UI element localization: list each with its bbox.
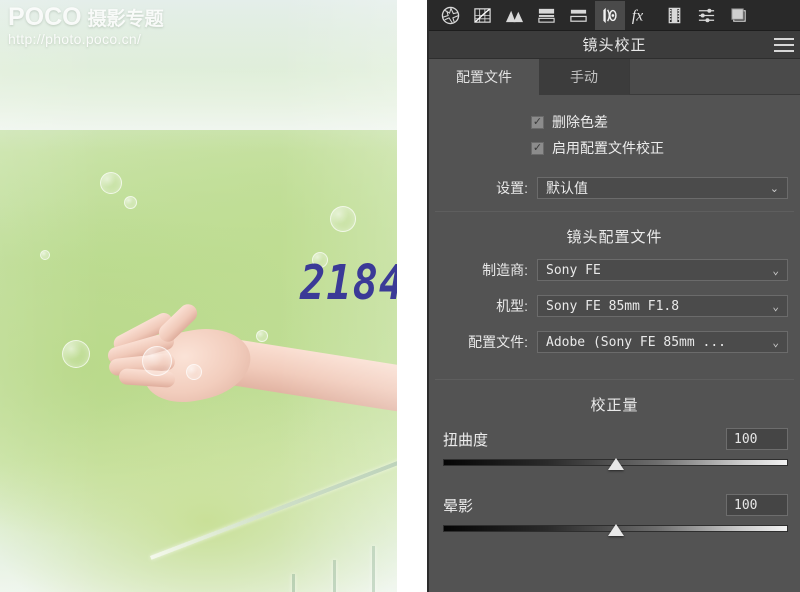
tone-curve-icon[interactable] (467, 1, 497, 30)
checkbox-row-remove-ca[interactable]: ✓ 删除色差 (429, 109, 800, 135)
slider-distortion-track-wrap[interactable] (443, 455, 788, 475)
lens-correction-panel: fx 镜头校正 配置文件 手动 ✓ 删除色差 ✓ 启用配置文件校正 设置: 默认… (427, 0, 800, 592)
hsl-grayscale-icon[interactable] (499, 1, 529, 30)
slider-vignette-track-wrap[interactable] (443, 521, 788, 541)
slider-distortion-head: 扭曲度 100 (443, 425, 788, 453)
panel-title: 镜头校正 (582, 37, 647, 54)
settings-select[interactable]: 默认值 ⌄ (537, 177, 788, 199)
checkbox-remove-ca[interactable]: ✓ (531, 115, 544, 129)
chevron-down-icon: ⌄ (772, 336, 779, 349)
checkbox-enable-profile[interactable]: ✓ (531, 141, 544, 155)
make-select[interactable]: Sony FE ⌄ (537, 259, 788, 281)
basic-aperture-icon[interactable] (435, 1, 465, 30)
tab-manual[interactable]: 手动 (539, 59, 629, 95)
poco-watermark: POCO 摄影专题 http://photo.poco.cn/ (8, 4, 248, 47)
panel-title-bar: 镜头校正 (429, 31, 800, 59)
settings-row: 设置: 默认值 ⌄ (429, 173, 800, 203)
model-label: 机型: (496, 298, 528, 314)
watermark-brand-cn: 摄影专题 (87, 9, 164, 30)
divider (435, 211, 794, 212)
watermark-url: http://photo.poco.cn/ (8, 31, 142, 48)
lens-profile-section-title: 镜头配置文件 (566, 229, 663, 246)
profile-row: 配置文件: Adobe (Sony FE 85mm ... ⌄ (429, 327, 800, 357)
divider (435, 379, 794, 380)
make-row: 制造商: Sony FE ⌄ (429, 255, 800, 285)
detail-icon[interactable] (563, 1, 593, 30)
make-value: Sony FE (546, 262, 601, 278)
snapshots-layers-icon[interactable] (723, 1, 753, 30)
chevron-down-icon: ⌄ (769, 183, 779, 195)
model-row: 机型: Sony FE 85mm F1.8 ⌄ (429, 291, 800, 321)
panel-body: ✓ 删除色差 ✓ 启用配置文件校正 设置: 默认值 ⌄ 镜头配置文件 制造商: … (429, 95, 800, 541)
slider-vignette-thumb[interactable] (607, 524, 624, 536)
slider-distortion: 扭曲度 100 (429, 423, 800, 475)
camera-calibration-icon[interactable] (659, 1, 689, 30)
checkbox-row-enable-profile[interactable]: ✓ 启用配置文件校正 (429, 135, 800, 161)
slider-distortion-value[interactable]: 100 (726, 428, 788, 450)
make-label: 制造商: (482, 262, 528, 278)
chevron-down-icon: ⌄ (772, 300, 779, 313)
slider-vignette-label: 晕影 (443, 497, 474, 515)
split-toning-icon[interactable] (531, 1, 561, 30)
correction-section-title: 校正量 (590, 397, 639, 414)
tab-filler (629, 59, 800, 94)
panel-tabs: 配置文件 手动 (429, 59, 800, 95)
model-value: Sony FE 85mm F1.8 (546, 298, 680, 314)
screenshot-root: POCO摄影专题 http://photo.poco.cn/ 218459 (0, 0, 800, 592)
svg-text:fx: fx (632, 8, 643, 25)
photo-panel-gutter (397, 0, 427, 592)
tab-profile[interactable]: 配置文件 (429, 59, 539, 95)
chevron-down-icon: ⌄ (772, 264, 779, 277)
profile-label: 配置文件: (468, 334, 528, 350)
profile-value: Adobe (Sony FE 85mm ... (546, 334, 727, 350)
lens-correction-icon[interactable] (595, 0, 625, 30)
panel-toolbar: fx (429, 0, 800, 31)
slider-distortion-label: 扭曲度 (443, 431, 489, 449)
profile-select[interactable]: Adobe (Sony FE 85mm ... ⌄ (537, 331, 788, 353)
checkbox-label-enable-profile: 启用配置文件校正 (552, 140, 664, 156)
slider-distortion-thumb[interactable] (607, 458, 624, 470)
effects-fx-icon[interactable]: fx (627, 1, 657, 30)
settings-value: 默认值 (546, 180, 588, 196)
slider-vignette-value[interactable]: 100 (726, 494, 788, 516)
slider-vignette: 晕影 100 (429, 489, 800, 541)
photo-preview[interactable]: POCO摄影专题 http://photo.poco.cn/ 218459 (0, 0, 397, 592)
settings-label: 设置: (496, 180, 528, 196)
photo-id-watermark: 218459 (300, 254, 397, 311)
model-select[interactable]: Sony FE 85mm F1.8 ⌄ (537, 295, 788, 317)
slider-vignette-head: 晕影 100 (443, 491, 788, 519)
presets-sliders-icon[interactable] (691, 1, 721, 30)
watermark-brand: POCO (8, 3, 82, 31)
checkbox-label-remove-ca: 删除色差 (552, 114, 608, 130)
hamburger-menu-icon[interactable] (774, 38, 794, 52)
